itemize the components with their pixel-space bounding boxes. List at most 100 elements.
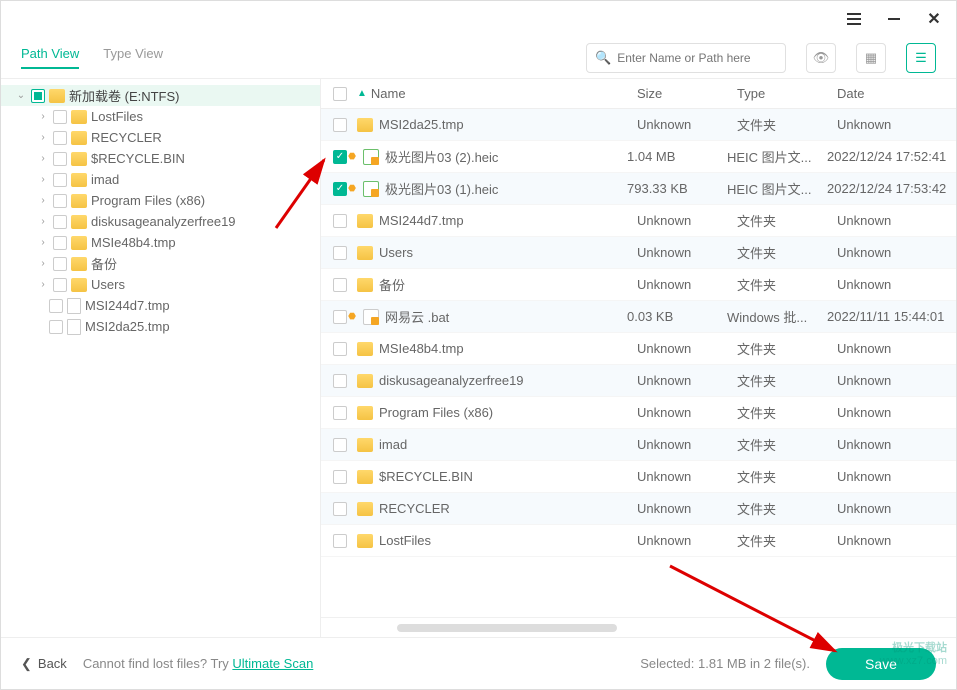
checkbox[interactable] <box>53 173 67 187</box>
tree-file[interactable]: MSI2da25.tmp <box>1 316 320 337</box>
table-row[interactable]: RECYCLERUnknown文件夹Unknown <box>321 493 956 525</box>
tree-folder[interactable]: ›Users <box>1 274 320 295</box>
footer: ❮ Back Cannot find lost files? Try Ultim… <box>1 637 956 689</box>
checkbox[interactable] <box>31 89 45 103</box>
folder-icon <box>71 194 87 208</box>
row-checkbox[interactable] <box>333 470 347 484</box>
row-checkbox[interactable] <box>333 214 347 228</box>
expand-icon[interactable]: › <box>37 111 49 123</box>
select-all-checkbox[interactable] <box>333 87 347 101</box>
folder-icon <box>71 257 87 271</box>
expand-icon[interactable]: › <box>37 237 49 249</box>
row-checkbox[interactable] <box>333 374 347 388</box>
row-checkbox[interactable] <box>333 438 347 452</box>
table-row[interactable]: diskusageanalyzerfree19Unknown文件夹Unknown <box>321 365 956 397</box>
tree-label: LostFiles <box>91 109 143 124</box>
cell-size: 1.04 MB <box>627 149 727 164</box>
expand-icon[interactable]: › <box>37 279 49 291</box>
table-row[interactable]: ⬣网易云 .bat0.03 KBWindows 批...2022/11/11 1… <box>321 301 956 333</box>
status-icon: ⬣ <box>347 184 357 194</box>
table-row[interactable]: MSIe48b4.tmpUnknown文件夹Unknown <box>321 333 956 365</box>
checkbox[interactable] <box>53 215 67 229</box>
ultimate-scan-link[interactable]: Ultimate Scan <box>232 656 313 671</box>
checkbox[interactable] <box>49 320 63 334</box>
checkbox[interactable] <box>53 278 67 292</box>
table-row[interactable]: MSI244d7.tmpUnknown文件夹Unknown <box>321 205 956 237</box>
eye-icon: 👁 <box>813 50 830 66</box>
checkbox[interactable] <box>53 194 67 208</box>
row-checkbox[interactable]: ✓ <box>333 182 347 196</box>
search-box[interactable]: 🔍 <box>586 43 786 73</box>
folder-icon <box>71 110 87 124</box>
file-name: RECYCLER <box>379 501 450 516</box>
tree-folder[interactable]: › LostFiles <box>1 106 320 127</box>
table-row[interactable]: MSI2da25.tmpUnknown文件夹Unknown <box>321 109 956 141</box>
minimize-button[interactable] <box>884 9 904 29</box>
table-row[interactable]: UsersUnknown文件夹Unknown <box>321 237 956 269</box>
expand-icon[interactable]: › <box>37 132 49 144</box>
horizontal-scrollbar[interactable] <box>321 617 956 637</box>
row-checkbox[interactable] <box>333 118 347 132</box>
checkbox[interactable] <box>49 299 63 313</box>
row-checkbox[interactable] <box>333 278 347 292</box>
cell-name: MSIe48b4.tmp <box>357 341 637 356</box>
tree-folder[interactable]: ›imad <box>1 169 320 190</box>
tree-root[interactable]: ⌄ 新加载卷 (E:NTFS) <box>1 85 320 106</box>
close-button[interactable]: ✕ <box>924 9 944 29</box>
expand-icon[interactable]: › <box>37 174 49 186</box>
row-checkbox[interactable] <box>333 246 347 260</box>
column-date[interactable]: Date <box>837 86 944 101</box>
table-row[interactable]: Program Files (x86)Unknown文件夹Unknown <box>321 397 956 429</box>
tree-folder[interactable]: ›Program Files (x86) <box>1 190 320 211</box>
list-view-button[interactable]: ☰ <box>906 43 936 73</box>
menu-button[interactable] <box>844 9 864 29</box>
tree-folder[interactable]: ›MSIe48b4.tmp <box>1 232 320 253</box>
search-input[interactable] <box>617 51 777 65</box>
file-icon <box>67 319 81 335</box>
row-checkbox[interactable] <box>333 310 347 324</box>
save-button[interactable]: Save <box>826 648 936 680</box>
table-row[interactable]: imadUnknown文件夹Unknown <box>321 429 956 461</box>
collapse-icon[interactable]: ⌄ <box>15 90 27 102</box>
column-size[interactable]: Size <box>637 86 737 101</box>
cell-size: Unknown <box>637 437 737 452</box>
row-checkbox[interactable] <box>333 342 347 356</box>
table-row[interactable]: 备份Unknown文件夹Unknown <box>321 269 956 301</box>
tree-file[interactable]: MSI244d7.tmp <box>1 295 320 316</box>
checkbox[interactable] <box>53 236 67 250</box>
scrollbar-thumb[interactable] <box>397 624 617 632</box>
expand-icon[interactable]: › <box>37 153 49 165</box>
row-checkbox[interactable] <box>333 534 347 548</box>
expand-icon[interactable]: › <box>37 258 49 270</box>
grid-view-button[interactable]: ▦ <box>856 43 886 73</box>
checkbox[interactable] <box>53 110 67 124</box>
cell-name: imad <box>357 437 637 452</box>
file-name: Program Files (x86) <box>379 405 493 420</box>
tree-folder[interactable]: ›备份 <box>1 253 320 274</box>
hamburger-icon <box>847 13 861 25</box>
row-checkbox[interactable] <box>333 502 347 516</box>
preview-button[interactable]: 👁 <box>806 43 836 73</box>
tree-folder[interactable]: ›$RECYCLE.BIN <box>1 148 320 169</box>
tree-folder[interactable]: › diskusageanalyzerfree19 <box>1 211 320 232</box>
expand-icon[interactable]: › <box>37 195 49 207</box>
table-row[interactable]: LostFilesUnknown文件夹Unknown <box>321 525 956 557</box>
tree-folder[interactable]: ›RECYCLER <box>1 127 320 148</box>
tree-label: diskusageanalyzerfree19 <box>91 214 236 229</box>
column-name[interactable]: ▲Name <box>357 86 637 101</box>
tab-path-view[interactable]: Path View <box>21 46 79 69</box>
column-type[interactable]: Type <box>737 86 837 101</box>
row-checkbox[interactable] <box>333 406 347 420</box>
checkbox[interactable] <box>53 257 67 271</box>
expand-icon[interactable]: › <box>37 216 49 228</box>
checkbox[interactable] <box>53 152 67 166</box>
checkbox[interactable] <box>53 131 67 145</box>
row-checkbox[interactable]: ✓ <box>333 150 347 164</box>
tab-type-view[interactable]: Type View <box>103 46 163 69</box>
table-row[interactable]: ✓⬣极光图片03 (2).heic1.04 MBHEIC 图片文...2022/… <box>321 141 956 173</box>
back-button[interactable]: ❮ Back <box>21 656 67 672</box>
list-icon: ☰ <box>915 50 927 66</box>
table-row[interactable]: ✓⬣极光图片03 (1).heic793.33 KBHEIC 图片文...202… <box>321 173 956 205</box>
folder-icon <box>357 214 373 228</box>
table-row[interactable]: $RECYCLE.BINUnknown文件夹Unknown <box>321 461 956 493</box>
